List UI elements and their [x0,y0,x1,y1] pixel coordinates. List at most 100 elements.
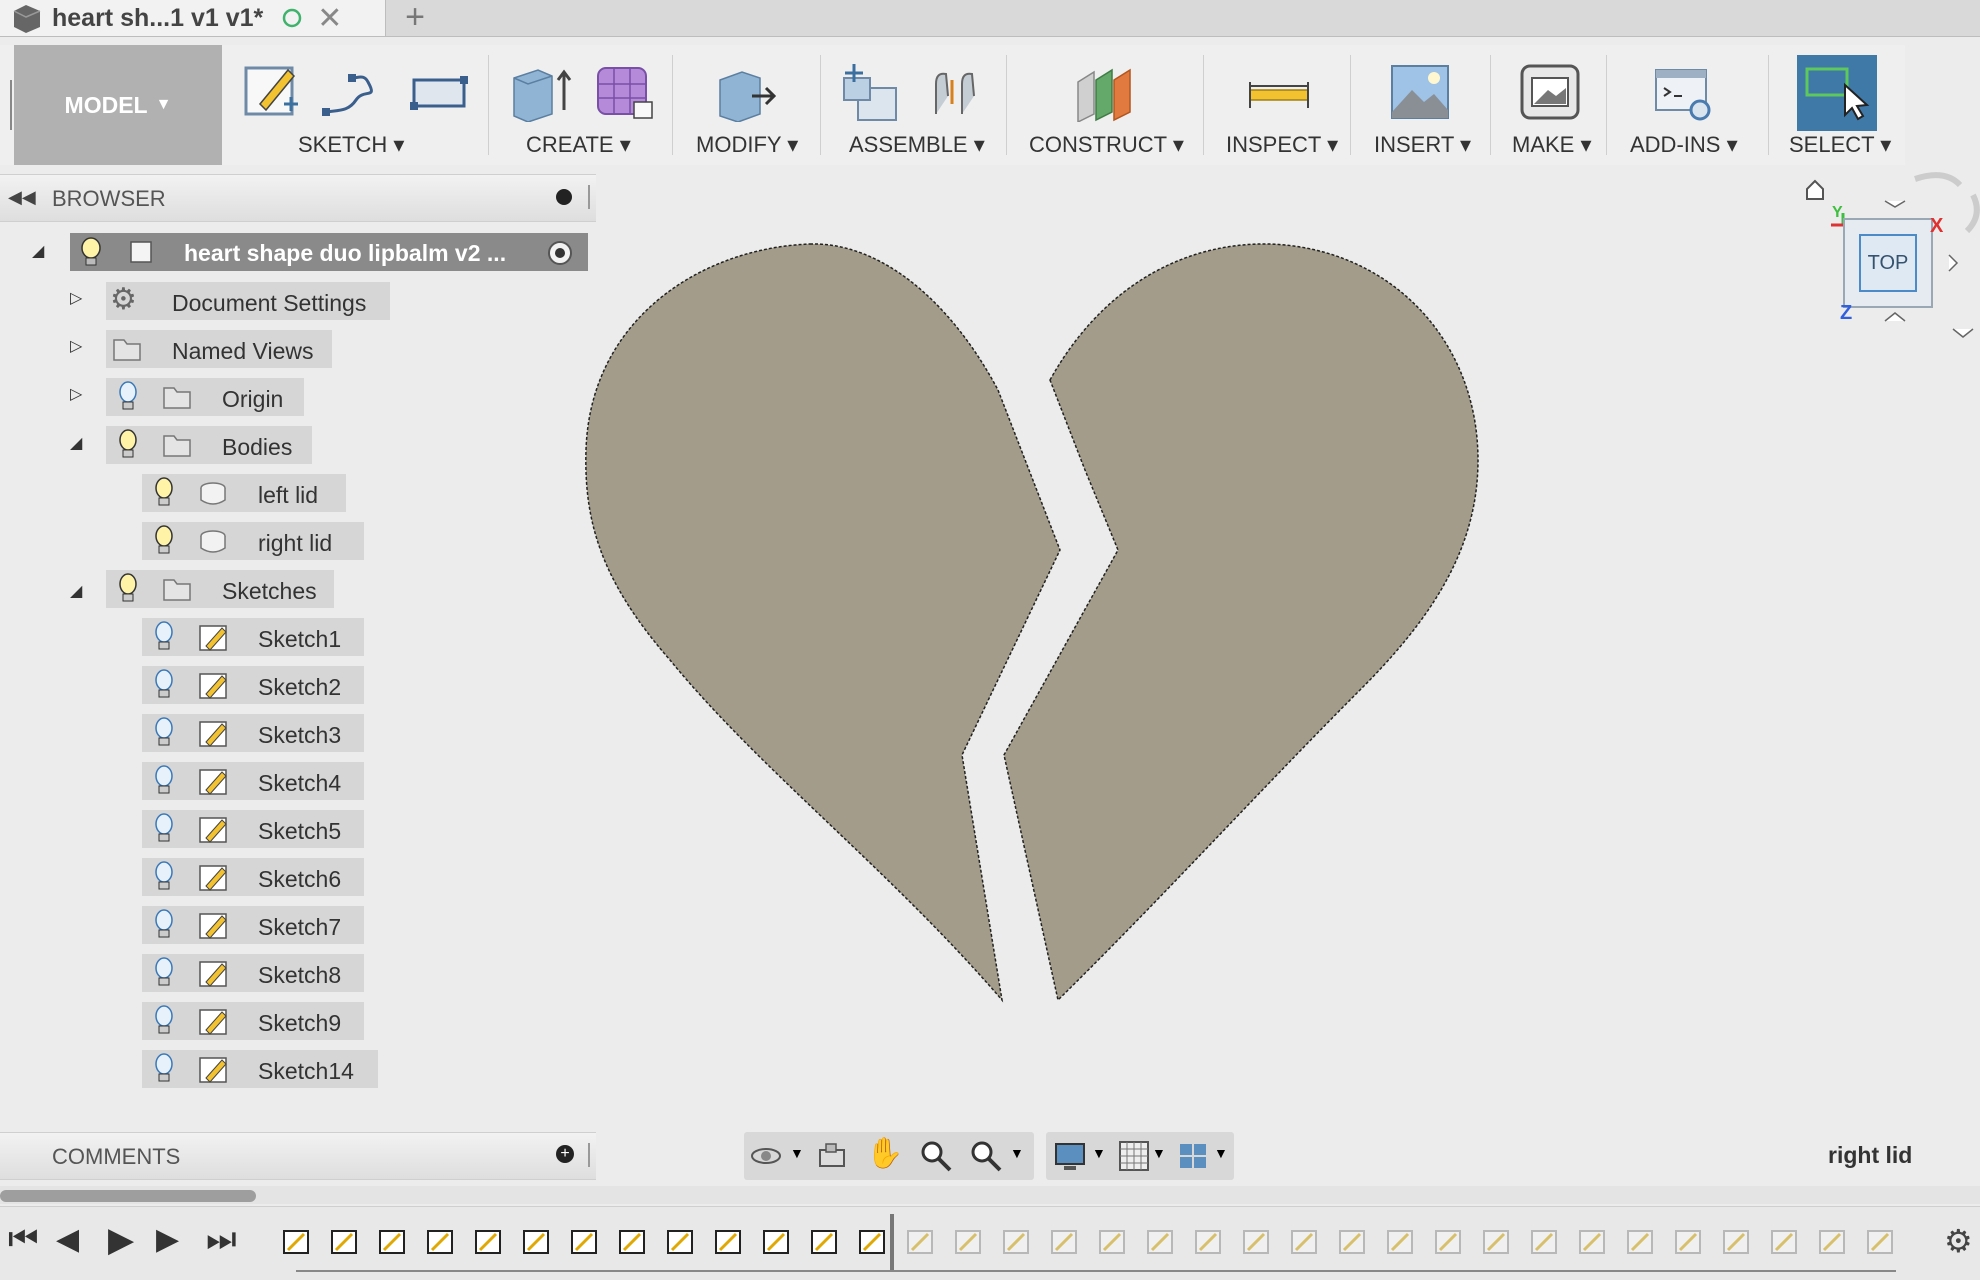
timeline-feature-icon[interactable] [1050,1228,1080,1256]
play-icon[interactable]: ▶ [108,1220,134,1260]
visibility-bulb-icon[interactable] [152,524,176,556]
select-menu[interactable]: SELECT ▾ [1789,132,1891,158]
timeline-feature-icon[interactable] [1818,1228,1848,1256]
visibility-bulb-icon[interactable] [152,908,176,940]
timeline-feature-icon[interactable] [1530,1228,1560,1256]
pan-hand-icon[interactable]: ✋ [866,1136,903,1171]
measure-icon[interactable] [1246,60,1310,122]
select-tool-button[interactable] [1797,55,1877,131]
expand-document-settings-icon[interactable]: ▷ [70,288,82,308]
modify-menu[interactable]: MODIFY ▾ [696,132,798,158]
visibility-bulb-icon[interactable] [152,620,176,652]
timeline-feature-icon[interactable] [906,1228,936,1256]
timeline-feature-icon[interactable] [474,1228,504,1256]
timeline-feature-icon[interactable] [1770,1228,1800,1256]
collapse-panel-icon[interactable]: ◀◀ [8,187,36,208]
visibility-bulb-icon[interactable] [152,764,176,796]
timeline-feature-icon[interactable] [666,1228,696,1256]
visibility-bulb-icon[interactable] [152,476,176,508]
scrollbar-thumb[interactable] [0,1190,256,1202]
timeline-feature-icon[interactable] [1242,1228,1272,1256]
timeline-feature-icon[interactable] [714,1228,744,1256]
orbit-icon[interactable] [748,1138,784,1174]
timeline-feature-icon[interactable] [282,1228,312,1256]
visibility-bulb-icon[interactable] [152,860,176,892]
timeline-feature-icon[interactable] [426,1228,456,1256]
visibility-bulb-icon[interactable] [152,1004,176,1036]
form-icon[interactable] [590,60,654,122]
chevron-down-icon[interactable]: ▼ [790,1145,804,1161]
construct-menu[interactable]: CONSTRUCT ▾ [1029,132,1184,158]
expand-origin-icon[interactable]: ▷ [70,384,82,404]
line-tool-icon[interactable] [318,60,382,122]
step-back-icon[interactable]: ◀ [56,1222,79,1257]
timeline-feature-icon[interactable] [1194,1228,1224,1256]
timeline-feature-icon[interactable] [858,1228,888,1256]
timeline-feature-icon[interactable] [522,1228,552,1256]
new-component-icon[interactable] [838,60,902,122]
panel-grip[interactable] [588,185,590,209]
step-forward-icon[interactable]: ▶ [156,1222,179,1257]
timeline-feature-icon[interactable] [1866,1228,1896,1256]
viewports-icon[interactable] [1176,1138,1212,1174]
go-to-end-icon[interactable]: ⏭ [206,1220,237,1259]
timeline-feature-icon[interactable] [618,1228,648,1256]
insert-image-icon[interactable] [1388,60,1452,122]
collapse-sketches-icon[interactable]: ◢ [70,581,82,601]
minimize-panel-icon[interactable] [556,189,572,205]
model-canvas[interactable] [560,220,1520,1020]
timeline-feature-icon[interactable] [1386,1228,1416,1256]
timeline-feature-icon[interactable] [1098,1228,1128,1256]
grid-icon[interactable] [1116,1138,1152,1174]
timeline-marker[interactable] [890,1214,894,1270]
left-lid-body[interactable] [585,243,1061,1003]
add-comment-icon[interactable]: + [556,1145,574,1163]
extrude-icon[interactable] [508,60,572,122]
add-ins-menu[interactable]: ADD-INS ▾ [1630,132,1738,158]
right-lid-body[interactable] [1003,243,1479,1002]
make-menu[interactable]: MAKE ▾ [1512,132,1592,158]
visibility-bulb-icon[interactable] [152,668,176,700]
rotate-view-icon[interactable] [1914,172,1963,188]
close-tab-icon[interactable]: ✕ [317,1,342,36]
new-tab-button[interactable]: + [390,0,440,36]
home-view-icon[interactable] [1806,179,1824,200]
zoom-window-icon[interactable] [968,1138,1004,1174]
browser-panel-header[interactable]: ◀◀ BROWSER [0,174,596,222]
expand-named-views-icon[interactable]: ▷ [70,336,82,356]
visibility-bulb-icon[interactable] [152,956,176,988]
look-at-icon[interactable] [814,1138,850,1174]
document-tab[interactable]: heart sh...1 v1 v1* ✕ [0,0,386,36]
timeline-feature-icon[interactable] [570,1228,600,1256]
expand-root-icon[interactable]: ◢ [32,241,44,261]
visibility-bulb-icon[interactable] [152,812,176,844]
chevron-down-icon[interactable]: ▼ [1152,1145,1166,1161]
comments-panel-header[interactable]: COMMENTS + [0,1132,596,1180]
collapse-bodies-icon[interactable]: ◢ [70,433,82,453]
visibility-bulb-icon[interactable] [78,236,104,268]
timeline-feature-icon[interactable] [1002,1228,1032,1256]
inspect-menu[interactable]: INSPECT ▾ [1226,132,1338,158]
zoom-icon[interactable] [918,1138,954,1174]
timeline-settings-gear-icon[interactable]: ⚙ [1944,1222,1973,1260]
visibility-bulb-icon[interactable] [116,428,140,460]
timeline-feature-icon[interactable] [1434,1228,1464,1256]
chevron-down-icon[interactable]: ▼ [1214,1145,1228,1161]
timeline-feature-icon[interactable] [1146,1228,1176,1256]
3d-print-icon[interactable] [1518,60,1582,122]
timeline-feature-icon[interactable] [378,1228,408,1256]
timeline-feature-icon[interactable] [1578,1228,1608,1256]
timeline-feature-icon[interactable] [1290,1228,1320,1256]
viewcube[interactable]: TOP [1843,218,1933,308]
chevron-down-icon[interactable]: ▼ [1010,1145,1024,1161]
rotate-view-icon[interactable] [1964,193,1980,234]
panel-grip[interactable] [588,1143,590,1167]
timeline-feature-icon[interactable] [330,1228,360,1256]
display-settings-icon[interactable] [1052,1138,1088,1174]
workspace-switcher[interactable]: MODEL ▼ [14,45,222,165]
timeline-feature-icon[interactable] [1482,1228,1512,1256]
timeline-feature-icon[interactable] [810,1228,840,1256]
chevron-down-icon[interactable]: ▼ [1092,1145,1106,1161]
visibility-bulb-icon[interactable] [152,1052,176,1084]
timeline-feature-icon[interactable] [1626,1228,1656,1256]
